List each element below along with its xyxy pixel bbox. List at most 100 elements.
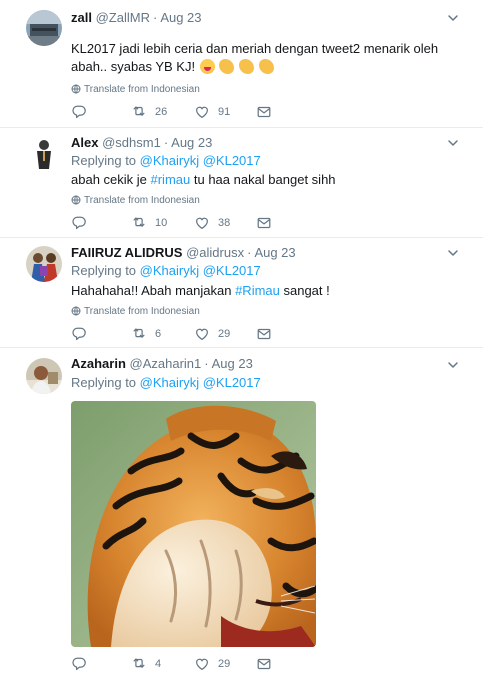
clapping-hands-emoji bbox=[219, 59, 235, 74]
heart-icon bbox=[196, 328, 208, 340]
direct-message-button[interactable] bbox=[256, 104, 272, 120]
like-button[interactable]: 38 bbox=[194, 215, 230, 231]
globe-icon bbox=[71, 195, 81, 205]
translate-label: Translate from Indonesian bbox=[84, 306, 200, 317]
tweet-text-before: abah cekik je bbox=[71, 172, 151, 187]
avatar[interactable] bbox=[26, 136, 62, 172]
clapping-hands-emoji bbox=[258, 59, 274, 74]
reply-button[interactable] bbox=[71, 104, 87, 120]
timestamp[interactable]: Aug 23 bbox=[171, 135, 212, 150]
heart-icon bbox=[196, 106, 208, 118]
envelope-icon bbox=[257, 328, 271, 340]
display-name[interactable]: zall bbox=[71, 10, 92, 25]
emoji-row bbox=[199, 59, 274, 74]
retweet-button[interactable]: 26 bbox=[131, 104, 167, 120]
display-name[interactable]: Azaharin bbox=[71, 356, 126, 371]
replying-to-label: Replying to bbox=[71, 263, 137, 278]
user-handle[interactable]: @alidrusx bbox=[186, 245, 244, 260]
translate-link[interactable]: Translate from Indonesian bbox=[71, 195, 200, 207]
reply-icon bbox=[72, 327, 86, 341]
tweet-text: abah cekik je #rimau tu haa nakal banget… bbox=[71, 171, 461, 189]
like-button[interactable]: 29 bbox=[194, 326, 230, 342]
retweet-count: 4 bbox=[155, 658, 162, 670]
retweet-button[interactable]: 10 bbox=[131, 215, 167, 231]
like-count: 91 bbox=[218, 106, 231, 118]
display-name[interactable]: FAIIRUZ ALIDRUS bbox=[71, 245, 182, 260]
avatar[interactable] bbox=[26, 10, 62, 46]
tweet-3[interactable]: FAIIRUZ ALIDRUS @alidrusx · Aug 23 Replyin… bbox=[0, 238, 483, 348]
tweet-2[interactable]: Alex @sdhsm1 · Aug 23 Replying to @Khairyk… bbox=[0, 128, 483, 238]
like-button[interactable]: 91 bbox=[194, 104, 230, 120]
replying-to: Replying to @Khairykj @KL2017 bbox=[71, 263, 261, 279]
reply-icon bbox=[72, 216, 86, 230]
tweet-actions: 4 29 bbox=[71, 656, 291, 672]
translate-label: Translate from Indonesian bbox=[84, 195, 200, 206]
globe-icon bbox=[71, 84, 81, 94]
heart-icon bbox=[196, 658, 208, 670]
chevron-down-icon[interactable] bbox=[447, 12, 459, 24]
direct-message-button[interactable] bbox=[256, 656, 272, 672]
tweet-1[interactable]: zall @ZallMR · Aug 23 KL2017 jadi lebih ce… bbox=[0, 0, 483, 128]
avatar[interactable] bbox=[26, 246, 62, 282]
retweet-button[interactable]: 6 bbox=[131, 326, 161, 342]
translate-link[interactable]: Translate from Indonesian bbox=[71, 306, 200, 318]
tweet-actions: 10 38 bbox=[71, 215, 291, 231]
replying-to: Replying to @Khairykj @KL2017 bbox=[71, 375, 261, 391]
retweet-button[interactable]: 4 bbox=[131, 656, 161, 672]
face-tongue-emoji bbox=[199, 59, 215, 74]
like-count: 29 bbox=[218, 658, 231, 670]
replying-to-label: Replying to bbox=[71, 375, 137, 390]
display-name[interactable]: Alex bbox=[71, 135, 98, 150]
retweet-icon bbox=[133, 658, 145, 668]
tweet-text-before: Hahahaha!! Abah manjakan bbox=[71, 283, 236, 298]
replying-to-mentions[interactable]: @Khairykj @KL2017 bbox=[140, 153, 261, 168]
heart-icon bbox=[196, 217, 208, 229]
avatar[interactable] bbox=[26, 358, 62, 394]
reply-button[interactable] bbox=[71, 656, 87, 672]
tweet-actions: 6 29 bbox=[71, 326, 291, 342]
retweet-icon bbox=[133, 328, 145, 338]
chevron-down-icon[interactable] bbox=[447, 247, 459, 259]
timestamp[interactable]: Aug 23 bbox=[160, 10, 201, 25]
reply-button[interactable] bbox=[71, 326, 87, 342]
user-handle[interactable]: @sdhsm1 bbox=[102, 135, 161, 150]
globe-icon bbox=[71, 306, 81, 316]
like-count: 38 bbox=[218, 217, 231, 229]
retweet-count: 6 bbox=[155, 328, 162, 340]
replying-to-mentions[interactable]: @Khairykj @KL2017 bbox=[140, 375, 261, 390]
tiger-facepalm-photo[interactable] bbox=[71, 401, 316, 647]
translate-label: Translate from Indonesian bbox=[84, 84, 200, 95]
like-button[interactable]: 29 bbox=[194, 656, 230, 672]
timestamp[interactable]: Aug 23 bbox=[212, 356, 253, 371]
direct-message-button[interactable] bbox=[256, 326, 272, 342]
tweet-4[interactable]: Azaharin @Azaharin1 · Aug 23 Replying to @… bbox=[0, 348, 483, 675]
tweet-text: KL2017 jadi lebih ceria dan meriah denga… bbox=[71, 40, 461, 76]
timestamp[interactable]: Aug 23 bbox=[254, 245, 295, 260]
separator-dot: · bbox=[152, 10, 158, 25]
reply-icon bbox=[72, 105, 86, 119]
envelope-icon bbox=[257, 106, 271, 118]
retweet-icon bbox=[133, 106, 145, 116]
tweet-text-after: tu haa nakal banget sihh bbox=[190, 172, 336, 187]
like-count: 29 bbox=[218, 328, 231, 340]
separator-dot: · bbox=[163, 135, 169, 150]
tweet-actions: 26 91 bbox=[71, 104, 291, 120]
hashtag-link[interactable]: #Rimau bbox=[235, 283, 280, 298]
direct-message-button[interactable] bbox=[256, 215, 272, 231]
replying-to: Replying to @Khairykj @KL2017 bbox=[71, 153, 261, 169]
chevron-down-icon[interactable] bbox=[447, 137, 459, 149]
envelope-icon bbox=[257, 217, 271, 229]
user-handle[interactable]: @ZallMR bbox=[96, 10, 150, 25]
hashtag-link[interactable]: #rimau bbox=[151, 172, 191, 187]
chevron-down-icon[interactable] bbox=[447, 359, 459, 371]
replying-to-mentions[interactable]: @Khairykj @KL2017 bbox=[140, 263, 261, 278]
user-handle[interactable]: @Azaharin1 bbox=[130, 356, 202, 371]
retweet-icon bbox=[133, 217, 145, 227]
reply-icon bbox=[72, 657, 86, 671]
tweet-text-after: sangat ! bbox=[279, 283, 330, 298]
separator-dot: · bbox=[204, 356, 209, 371]
reply-button[interactable] bbox=[71, 215, 87, 231]
translate-link[interactable]: Translate from Indonesian bbox=[71, 84, 200, 96]
envelope-icon bbox=[257, 658, 271, 670]
separator-dot: · bbox=[247, 245, 252, 260]
